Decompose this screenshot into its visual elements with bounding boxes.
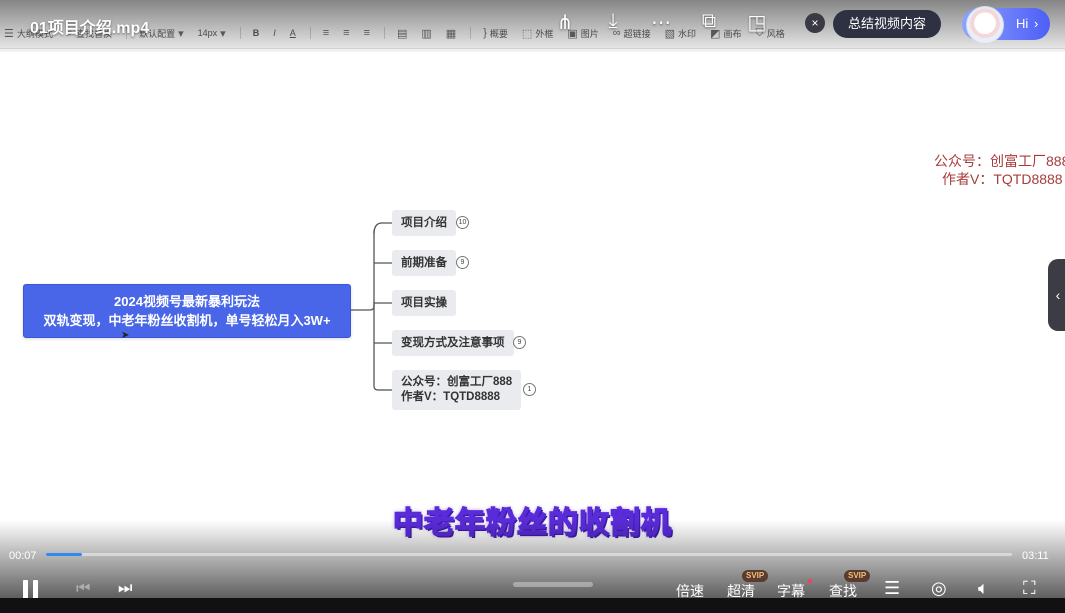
svip-badge: SVIP — [844, 570, 871, 582]
svip-badge: SVIP — [742, 570, 769, 582]
eye-protection-icon[interactable]: ◎ — [931, 578, 947, 599]
new-indicator-dot — [808, 579, 812, 583]
mindmap-node-intro[interactable]: 项目介绍 — [392, 210, 456, 236]
pause-icon[interactable] — [22, 580, 40, 600]
connector-vertical — [373, 230, 379, 391]
mindmap-node-preparation[interactable]: 前期准备 — [392, 250, 456, 276]
root-line-1: 2024视频号最新暴利玩法 — [114, 294, 260, 309]
collapse-count-badge[interactable]: 10 — [456, 216, 469, 229]
mindmap-root-node[interactable]: 2024视频号最新暴利玩法 双轨变现，中老年粉丝收割机，单号轻松月入3W+ — [23, 284, 351, 338]
mindmap-node-monetization[interactable]: 变现方式及注意事项 — [392, 330, 514, 356]
connector-child-3 — [369, 302, 392, 311]
playlist-icon[interactable]: ☰ — [884, 578, 900, 599]
root-line-2: 双轨变现，中老年粉丝收割机，单号轻松月入3W+ — [43, 313, 331, 328]
previous-icon[interactable]: ⏮ — [76, 580, 90, 598]
progress-fill — [46, 553, 82, 556]
progress-bar[interactable] — [46, 553, 1012, 556]
mouse-cursor-icon: ➤ — [121, 330, 130, 341]
current-time: 00:07 — [9, 550, 37, 562]
mindmap-node-contact[interactable]: 公众号：创富工厂888 作者V：TQTD8888 — [392, 370, 522, 410]
duration: 03:11 — [1022, 550, 1049, 562]
drag-handle[interactable] — [513, 582, 593, 587]
volume-icon[interactable]: 🔈︎ — [978, 578, 989, 599]
bottom-strip — [0, 598, 1065, 613]
connector-child-1 — [373, 222, 392, 235]
fullscreen-icon[interactable]: ⛶ — [1023, 578, 1036, 599]
collapse-count-badge[interactable]: 1 — [523, 383, 536, 396]
collapse-count-badge[interactable]: 9 — [513, 336, 526, 349]
collapse-count-badge[interactable]: 9 — [456, 256, 469, 269]
next-icon[interactable]: ⏭ — [118, 580, 132, 598]
mindmap-node-practice[interactable]: 项目实操 — [392, 290, 456, 316]
